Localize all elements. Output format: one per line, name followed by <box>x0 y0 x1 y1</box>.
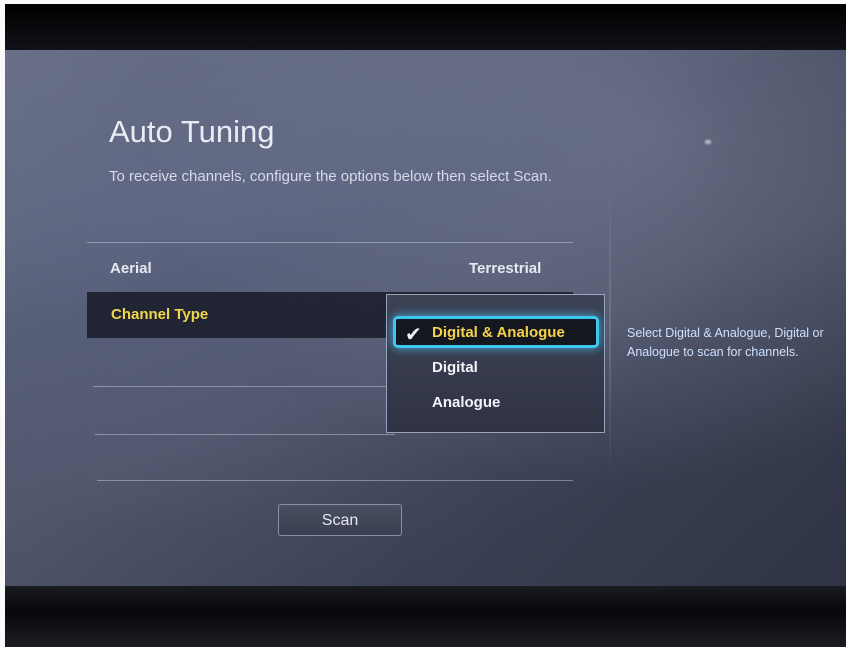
page-subtitle: To receive channels, configure the optio… <box>109 168 552 185</box>
channel-type-label: Channel Type <box>111 306 209 323</box>
aerial-value: Terrestrial <box>469 260 542 277</box>
tv-bezel-top <box>5 4 846 50</box>
row-separator <box>87 242 573 243</box>
page-title: Auto Tuning <box>109 114 275 149</box>
panel-divider <box>609 180 611 480</box>
tv-bezel-bottom <box>5 586 846 647</box>
dropdown-option-label: Analogue <box>432 394 501 411</box>
scan-button[interactable]: Scan <box>278 504 402 536</box>
checkmark-icon: ✔ <box>405 324 422 346</box>
tv-frame: Auto Tuning To receive channels, configu… <box>5 4 846 647</box>
row-separator <box>95 434 395 435</box>
aerial-label: Aerial <box>110 260 152 277</box>
row-separator <box>97 480 573 481</box>
row-separator <box>93 386 393 387</box>
tv-screen: Auto Tuning To receive channels, configu… <box>5 50 846 586</box>
dropdown-option-digital-analogue[interactable]: ✔ Digital & Analogue <box>393 316 599 348</box>
dropdown-option-label: Digital <box>432 359 478 376</box>
help-text: Select Digital & Analogue, Digital or An… <box>627 326 824 359</box>
light-reflection <box>705 140 711 144</box>
dropdown-option-label: Digital & Analogue <box>432 324 565 341</box>
channel-type-dropdown[interactable]: ✔ Digital & Analogue Digital Analogue <box>386 294 605 433</box>
